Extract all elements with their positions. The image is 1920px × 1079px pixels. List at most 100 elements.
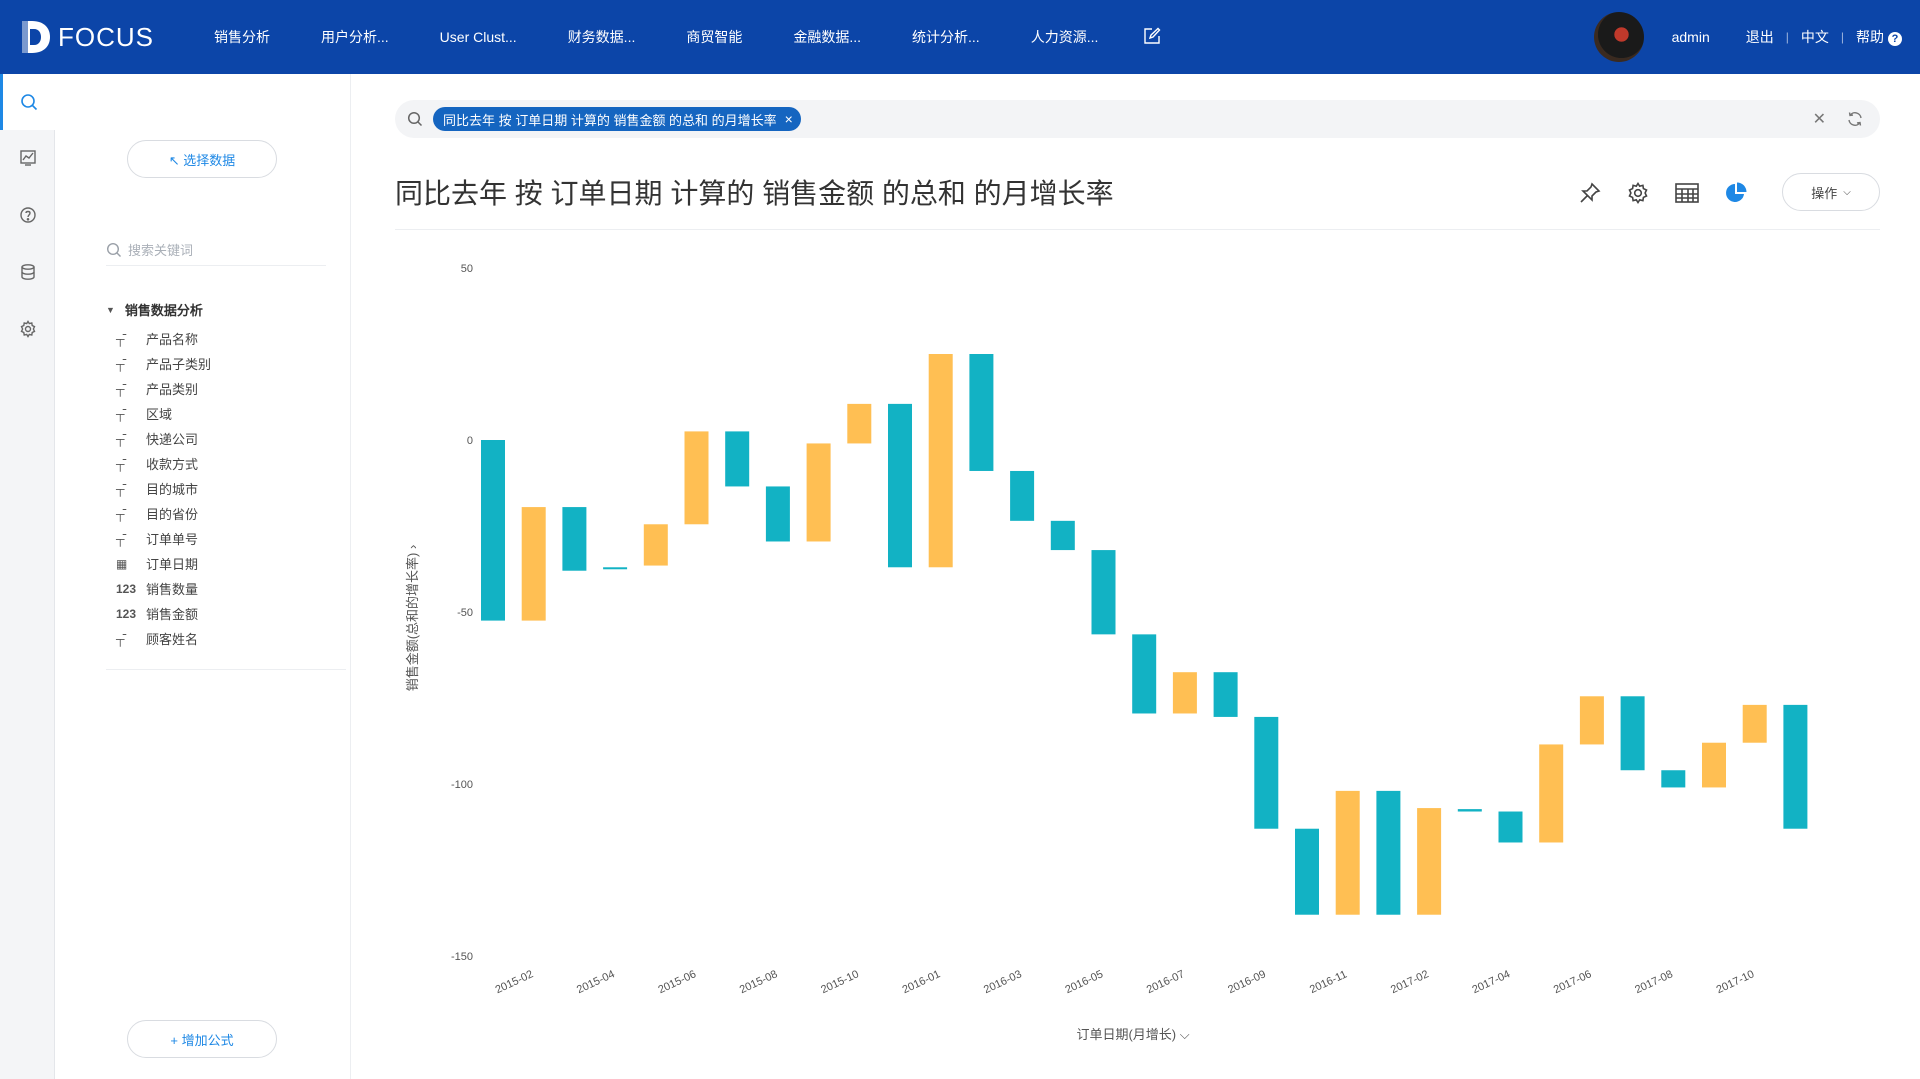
field-label: 销售金额 — [146, 607, 199, 622]
help-icon: ? — [1888, 32, 1902, 46]
waterfall-bar — [1620, 696, 1645, 771]
waterfall-bar — [1742, 704, 1767, 743]
language-link[interactable]: 中文 — [1801, 27, 1829, 47]
waterfall-bar — [1295, 828, 1319, 915]
number-type-icon: 123 — [116, 581, 137, 596]
top-navbar: FOCUS 销售分析 用户分析... User Clust... 财务数据...… — [0, 0, 1920, 74]
x-tick-label: 2016-07 — [1145, 968, 1187, 996]
waterfall-bar — [1091, 550, 1116, 635]
refresh-icon[interactable] — [1846, 110, 1864, 133]
rail-data[interactable] — [0, 244, 55, 300]
field-label: 订单单号 — [146, 532, 199, 547]
separator: | — [1785, 30, 1789, 44]
settings-icon[interactable] — [1623, 178, 1653, 208]
search-icon — [407, 111, 423, 127]
field-label: 产品子类别 — [146, 357, 212, 372]
search-icon — [106, 242, 121, 257]
x-tick-label: 2015-04 — [575, 968, 617, 996]
field-item[interactable]: ┬̄ 目的省份 — [116, 501, 316, 526]
operations-button[interactable]: 操作 ⌵ — [1782, 173, 1880, 211]
nav-item-sales[interactable]: 销售分析 — [190, 27, 297, 47]
keyword-search[interactable]: 搜索关键词 — [106, 234, 326, 266]
nav-item-hr[interactable]: 人力资源... — [1007, 27, 1126, 47]
y-tick-label: -50 — [457, 607, 473, 619]
pin-icon[interactable] — [1575, 178, 1605, 208]
clear-icon[interactable]: ✕ — [1813, 109, 1826, 129]
rail-search[interactable] — [0, 74, 55, 130]
chart-board-icon — [19, 150, 36, 166]
search-token[interactable]: 同比去年 按 订单日期 计算的 销售金额 的总和 的月增长率 × — [433, 107, 801, 131]
waterfall-bar — [1010, 470, 1035, 521]
field-item[interactable]: ┬̄ 产品类别 — [116, 376, 316, 401]
field-item[interactable]: 123 销售数量 — [116, 576, 316, 601]
field-item[interactable]: 123 销售金额 — [116, 601, 316, 626]
number-type-icon: 123 — [116, 606, 137, 621]
field-item[interactable]: ┬̄ 区域 — [116, 401, 316, 426]
calendar-icon: ▦ — [116, 556, 128, 571]
x-tick-label: 2016-11 — [1308, 968, 1349, 996]
waterfall-bar — [1172, 672, 1197, 714]
text-type-icon: ┬̄ — [116, 406, 125, 421]
avatar[interactable] — [1593, 12, 1644, 62]
text-type-icon: ┬̄ — [116, 531, 125, 546]
field-label: 收款方式 — [146, 457, 199, 472]
username[interactable]: admin — [1672, 29, 1710, 45]
x-tick-label: 2017-10 — [1715, 968, 1757, 996]
y-tick-label: 0 — [467, 435, 473, 447]
icon-rail — [0, 74, 55, 1079]
nav-item-user-cluster[interactable]: User Clust... — [416, 29, 544, 45]
logo-text: FOCUS — [58, 21, 154, 52]
waterfall-bar — [847, 403, 872, 444]
field-item[interactable]: ┬̄ 收款方式 — [116, 451, 316, 476]
table-icon[interactable] — [1672, 178, 1702, 208]
help-link[interactable]: 帮助? — [1856, 27, 1902, 47]
search-icon — [21, 94, 38, 111]
field-item[interactable]: ┬̄ 快递公司 — [116, 426, 316, 451]
field-label: 目的城市 — [146, 482, 199, 497]
nav-item-finance[interactable]: 财务数据... — [544, 27, 663, 47]
add-formula-button[interactable]: + 增加公式 — [127, 1020, 277, 1058]
nav-item-statistics[interactable]: 统计分析... — [888, 27, 1007, 47]
x-tick-label: 2017-02 — [1389, 968, 1431, 996]
logo[interactable]: FOCUS — [18, 17, 190, 57]
search-bar[interactable]: 同比去年 按 订单日期 计算的 销售金额 的总和 的月增长率 × ✕ — [395, 100, 1880, 138]
waterfall-chart: 50 0 -50 -100 -150 2015-02 2015-04 2015-06 2015-… — [405, 263, 1808, 1042]
waterfall-bar — [1417, 808, 1442, 915]
rail-settings[interactable] — [0, 301, 55, 357]
field-label: 顾客姓名 — [146, 632, 199, 647]
field-item[interactable]: ┬̄ 顾客姓名 — [116, 626, 316, 651]
field-label: 快递公司 — [146, 432, 199, 447]
rail-dashboard[interactable] — [0, 130, 55, 186]
help-label: 帮助 — [1856, 29, 1884, 45]
x-tick-label: 2017-04 — [1470, 968, 1512, 996]
waterfall-bar — [1050, 520, 1075, 551]
field-item[interactable]: ┬̄ 订单单号 — [116, 526, 316, 551]
waterfall-bar — [1498, 811, 1523, 843]
field-item[interactable]: ┬̄ 目的城市 — [116, 476, 316, 501]
text-type-icon: ┬̄ — [116, 481, 125, 496]
pie-chart-icon[interactable] — [1721, 178, 1751, 208]
waterfall-bar — [1376, 790, 1401, 915]
search-token-label: 同比去年 按 订单日期 计算的 销售金额 的总和 的月增长率 — [443, 112, 777, 128]
edit-icon[interactable] — [1143, 27, 1163, 47]
divider — [395, 229, 1880, 230]
nav-item-trade-bi[interactable]: 商贸智能 — [662, 27, 769, 47]
logout-link[interactable]: 退出 — [1746, 27, 1774, 47]
tree-root[interactable]: ▼ 销售数据分析 — [106, 300, 203, 319]
field-label: 订单日期 — [146, 557, 199, 572]
operations-label: 操作 — [1811, 185, 1838, 201]
field-item[interactable]: ┬̄ 产品名称 — [116, 326, 316, 351]
rail-help[interactable] — [0, 187, 55, 243]
nav-item-financial-data[interactable]: 金融数据... — [769, 27, 888, 47]
user-area: admin 退出 | 中文 | 帮助? — [1593, 0, 1920, 74]
field-item[interactable]: ┬̄ 产品子类别 — [116, 351, 316, 376]
waterfall-bar — [765, 486, 790, 542]
gear-icon — [20, 320, 35, 338]
nav-item-user-analysis[interactable]: 用户分析... — [297, 27, 416, 47]
waterfall-bar — [481, 440, 505, 621]
field-item[interactable]: ▦ 订单日期 — [116, 551, 316, 576]
select-data-button[interactable]: ↖ 选择数据 — [127, 140, 277, 178]
waterfall-bar — [1457, 809, 1482, 812]
field-label: 产品类别 — [146, 382, 199, 397]
remove-token-icon[interactable]: × — [785, 111, 793, 127]
